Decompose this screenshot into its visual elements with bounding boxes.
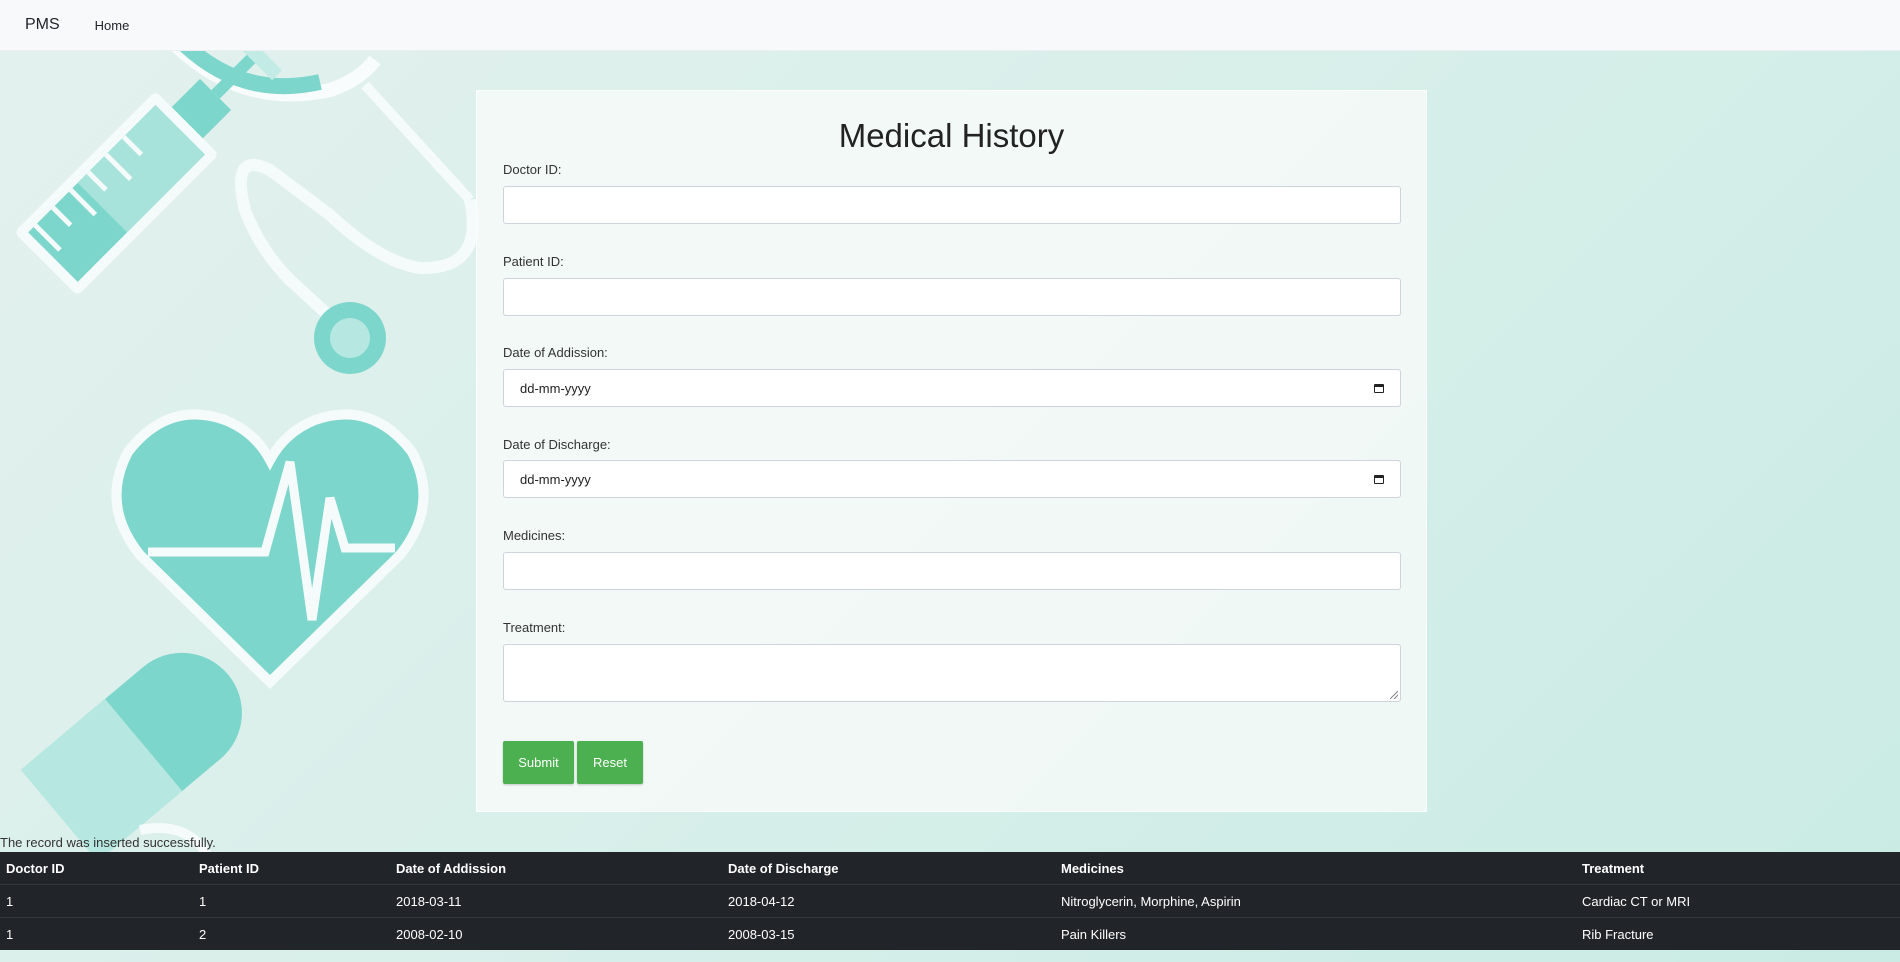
admission-date-input[interactable]: dd-mm-yyyy: [503, 369, 1401, 407]
doctor-id-label: Doctor ID:: [503, 162, 562, 177]
submit-button[interactable]: Submit: [503, 741, 574, 784]
reset-button[interactable]: Reset: [577, 741, 643, 784]
status-message: The record was inserted successfully.: [0, 835, 216, 850]
admission-date-placeholder: dd-mm-yyyy: [520, 380, 591, 396]
navbar: PMS Home: [0, 0, 1900, 51]
calendar-icon[interactable]: [1374, 474, 1384, 484]
discharge-date-input[interactable]: dd-mm-yyyy: [503, 460, 1401, 498]
treatment-textarea[interactable]: [503, 644, 1401, 702]
discharge-date-placeholder: dd-mm-yyyy: [520, 471, 591, 487]
table-cell: 2018-04-12: [722, 884, 1055, 918]
medical-history-form: Medical History Doctor ID: Patient ID: D…: [476, 90, 1427, 812]
column-header: Treatment: [1582, 860, 1645, 876]
records-table: Doctor ID Patient ID Date of Addission D…: [0, 852, 1900, 950]
resize-handle-icon[interactable]: [1390, 691, 1398, 699]
discharge-date-label: Date of Discharge:: [503, 437, 611, 452]
column-header: Medicines: [1061, 860, 1124, 876]
calendar-icon[interactable]: [1374, 383, 1384, 393]
nav-home-link[interactable]: Home: [95, 18, 130, 33]
table-cell: Rib Fracture: [1576, 917, 1900, 950]
medicines-input[interactable]: [503, 552, 1401, 590]
page-title: Medical History: [838, 117, 1065, 154]
table-cell: 2018-03-11: [390, 884, 722, 918]
table-cell: 2: [193, 917, 390, 950]
table-cell: Pain Killers: [1055, 917, 1576, 950]
column-header: Date of Addission: [396, 860, 507, 876]
table-cell: 2008-02-10: [390, 917, 722, 950]
table-cell: 1: [0, 917, 193, 950]
patient-id-input[interactable]: [503, 278, 1401, 316]
table-row: 1 1 2018-03-11 2018-04-12 Nitroglycerin,…: [0, 884, 1900, 918]
table-cell: 1: [0, 884, 193, 918]
table-row: 1 2 2008-02-10 2008-03-15 Pain Killers R…: [0, 917, 1900, 950]
table-header-row: Doctor ID Patient ID Date of Addission D…: [0, 852, 1900, 885]
admission-date-label: Date of Addission:: [503, 345, 608, 360]
column-header: Patient ID: [199, 860, 259, 876]
table-cell: 2008-03-15: [722, 917, 1055, 950]
brand-link[interactable]: PMS: [25, 16, 60, 34]
table-cell: 1: [193, 884, 390, 918]
column-header: Doctor ID: [6, 860, 65, 876]
doctor-id-input[interactable]: [503, 186, 1401, 224]
table-cell: Cardiac CT or MRI: [1576, 884, 1900, 918]
table-cell: Nitroglycerin, Morphine, Aspirin: [1055, 884, 1576, 918]
background-illustration: [0, 51, 480, 962]
medical-illustration-icon: [16, 51, 479, 863]
patient-id-label: Patient ID:: [503, 254, 564, 269]
medicines-label: Medicines:: [503, 528, 566, 543]
column-header: Date of Discharge: [728, 860, 839, 876]
treatment-label: Treatment:: [503, 620, 566, 635]
